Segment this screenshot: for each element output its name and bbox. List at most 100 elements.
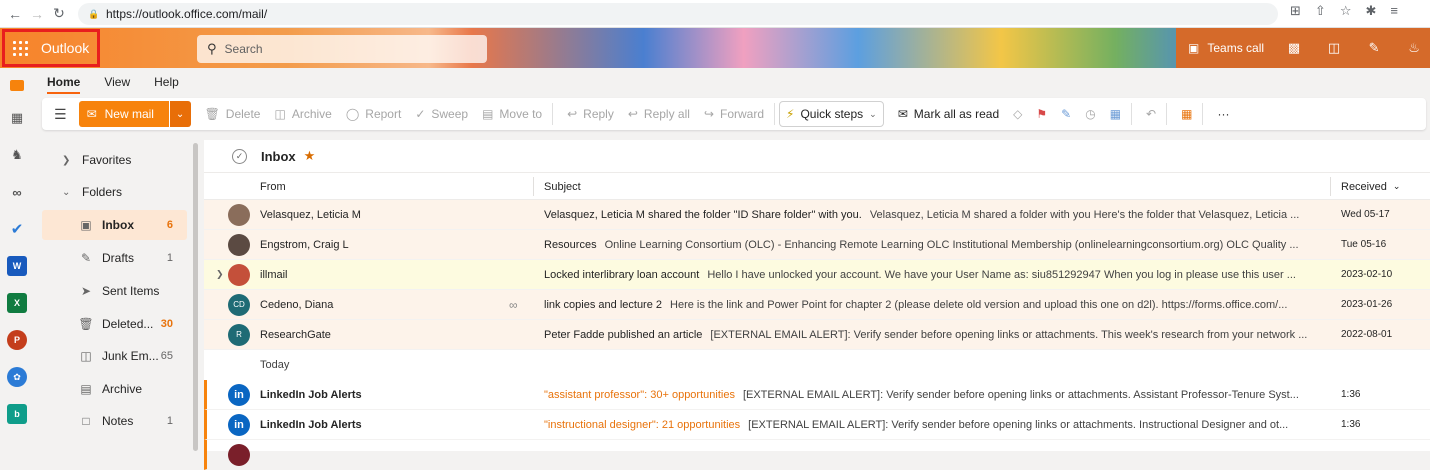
mail-row[interactable]: Engstrom, Craig L Resources Online Learni… [204, 230, 1430, 260]
excel-icon[interactable]: X [7, 293, 27, 313]
avatar: R [228, 323, 250, 346]
mail-row[interactable]: R ResearchGate Peter Fadde published an … [204, 320, 1430, 350]
paperclip-icon[interactable]: ∞ [7, 182, 27, 202]
more-options-button[interactable]: ··· [1217, 107, 1229, 121]
col-received[interactable]: Received ⌄ [1341, 173, 1400, 200]
mail-row[interactable]: in LinkedIn Job Alerts "instructional de… [204, 410, 1430, 440]
mail-date: 2023-02-10 [1341, 269, 1393, 280]
forward-arrow-icon[interactable]: → [26, 3, 48, 25]
people-icon[interactable]: ♞ [7, 145, 27, 165]
forward-arrow-icon: ↪ [703, 107, 715, 121]
share-icon[interactable]: ⇧ [1315, 3, 1326, 19]
reply-all-button[interactable]: ↩ Reply all [628, 107, 690, 121]
column-divider[interactable] [533, 177, 534, 196]
mail-row[interactable]: CD Cedeno, Diana ∞ link copies and lectu… [204, 290, 1430, 320]
folders-header[interactable]: ⌄ Folders [42, 178, 122, 206]
star-icon[interactable]: ☆ [1340, 3, 1352, 19]
teams-call-button[interactable]: ▣ Teams call [1188, 41, 1264, 55]
bing-icon[interactable]: b [7, 404, 27, 424]
calendar-icon[interactable]: ▦ [7, 108, 27, 128]
app-name[interactable]: Outlook [41, 40, 89, 56]
folder-deleted[interactable]: 🗑 Deleted... 30 [42, 309, 187, 339]
powerpoint-icon[interactable]: P [7, 330, 27, 350]
archive-button[interactable]: ◫ Archive [274, 107, 331, 121]
report-button[interactable]: ◯ Report [346, 107, 401, 121]
folder-inbox[interactable]: ▣ Inbox 6 [42, 210, 187, 240]
mail-subject-line: link copies and lecture 2 Here is the lin… [544, 299, 1318, 311]
folder-junk[interactable]: ◫ Junk Em... 65 [42, 341, 187, 371]
mail-row[interactable]: ❯ illmail Locked interlibrary loan accou… [204, 260, 1430, 290]
favorites-header[interactable]: ❯ Favorites [42, 146, 131, 174]
reply-all-arrow-icon: ↩ [627, 107, 638, 121]
apps-button[interactable]: ▦ [1181, 107, 1192, 121]
folder-sent-items[interactable]: ➤ Sent Items [42, 276, 187, 306]
send-icon: ➤ [80, 284, 92, 298]
mail-subject-line: Velasquez, Leticia M shared the folder "… [544, 209, 1318, 221]
notes-edit-icon[interactable]: ✎ [1364, 40, 1384, 56]
new-mail-button[interactable]: ✉ New mail ⌄ [78, 101, 191, 127]
delete-button[interactable]: 🗑 Delete [205, 107, 261, 121]
mail-date: Wed 05-17 [1341, 209, 1390, 220]
sweep-button[interactable]: ✓ Sweep [415, 107, 468, 121]
col-from[interactable]: From [260, 173, 286, 200]
new-mail-dropdown-icon[interactable]: ⌄ [168, 101, 191, 127]
mail-sender: LinkedIn Job Alerts [260, 418, 362, 431]
archive-label: Archive [291, 107, 332, 121]
search-icon: ⚲ [207, 41, 217, 56]
expand-thread-icon[interactable]: ❯ [216, 269, 224, 280]
folder-scrollbar[interactable] [193, 143, 198, 451]
quick-steps-button[interactable]: ⚡ Quick steps ⌄ [779, 101, 884, 127]
reading-list-icon[interactable]: ≡ [1390, 3, 1398, 19]
extensions-icon[interactable]: ✱ [1365, 3, 1376, 19]
rules-button[interactable]: ▦ [1110, 107, 1121, 121]
back-arrow-icon[interactable]: ← [4, 3, 26, 25]
app-launcher-icon[interactable] [5, 33, 35, 63]
folder-notes[interactable]: □ Notes 1 [42, 406, 187, 436]
select-all-checkbox[interactable]: ✓ [232, 148, 247, 164]
avatar [228, 263, 250, 286]
move-to-button[interactable]: ▤ Move to [482, 107, 542, 121]
mail-subject: Locked interlibrary loan account [544, 268, 700, 281]
forward-button[interactable]: ↪ Forward [704, 107, 764, 121]
mail-sender: ResearchGate [260, 328, 331, 341]
flag-button[interactable]: ⚑ [1036, 107, 1047, 121]
mail-sender: LinkedIn Job Alerts [260, 388, 362, 401]
install-icon[interactable]: ⊞ [1290, 3, 1301, 19]
hamburger-menu-icon[interactable]: ☰ [54, 106, 67, 123]
folder-drafts[interactable]: ✎ Drafts 1 [42, 243, 187, 273]
reply-button[interactable]: ↩ Reply [567, 107, 614, 121]
folder-archive[interactable]: ▤ Archive [42, 374, 187, 404]
chevron-down-icon: ⌄ [869, 108, 877, 119]
video-camera-icon: ▣ [1188, 41, 1200, 55]
chat-icon[interactable]: ▩ [1284, 40, 1304, 56]
tag-button[interactable]: ◇ [1013, 107, 1022, 121]
address-bar[interactable]: 🔒 https://outlook.office.com/mail/ [78, 2, 1278, 25]
todo-check-icon[interactable]: ✔ [7, 219, 27, 239]
mail-row[interactable] [204, 440, 1430, 470]
mail-row[interactable]: Velasquez, Leticia M Velasquez, Leticia … [204, 200, 1430, 230]
pin-button[interactable]: ✎ [1061, 107, 1071, 121]
pin-icon: ✎ [1061, 107, 1072, 121]
mail-icon[interactable] [10, 80, 24, 91]
undo-button[interactable]: ↶ [1146, 107, 1156, 121]
tab-home[interactable]: Home [47, 75, 81, 94]
tab-help[interactable]: Help [154, 75, 179, 94]
reload-icon[interactable]: ↻ [48, 3, 70, 25]
snooze-button[interactable]: ◷ [1085, 107, 1095, 121]
column-divider[interactable] [1330, 177, 1331, 196]
yammer-icon[interactable]: ✿ [7, 367, 27, 387]
bell-icon[interactable]: ♨ [1404, 40, 1424, 56]
item-count: 65 [160, 350, 173, 362]
search-input[interactable]: ⚲ Search [197, 35, 487, 63]
broom-icon: ✓ [415, 107, 426, 121]
mail-row[interactable]: in LinkedIn Job Alerts "assistant profes… [204, 380, 1430, 410]
new-mail-main[interactable]: ✉ New mail [78, 101, 169, 127]
mark-all-read-button[interactable]: ✉ Mark all as read [898, 107, 999, 121]
tab-view[interactable]: View [104, 75, 130, 94]
mail-date: Tue 05-16 [1341, 239, 1387, 250]
reply-arrow-icon: ↩ [567, 107, 578, 121]
word-icon[interactable]: W [7, 256, 27, 276]
office-icon[interactable]: ◫ [1324, 40, 1344, 56]
favorite-star-icon[interactable]: ★ [304, 148, 316, 164]
col-subject[interactable]: Subject [544, 173, 581, 200]
